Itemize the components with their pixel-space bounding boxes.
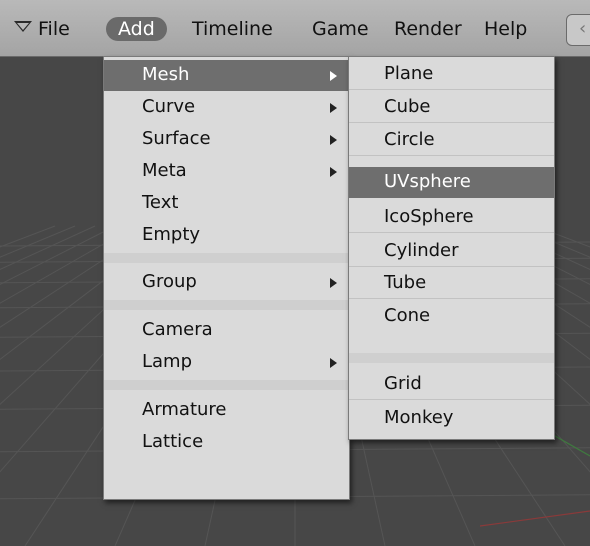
add-menu-item-mesh[interactable]: Mesh bbox=[104, 60, 349, 91]
add-menu-item-group[interactable]: Group bbox=[104, 267, 349, 298]
menu-render[interactable]: Render bbox=[394, 17, 462, 41]
add-menu-item-surface[interactable]: Surface bbox=[104, 124, 349, 155]
add-menu-item-meta[interactable]: Meta bbox=[104, 156, 349, 187]
mesh-item-cone[interactable]: Cone bbox=[349, 301, 554, 332]
menu-bar: File Add Timeline Game Render Help ‹ bbox=[0, 0, 590, 57]
menu-add[interactable]: Add bbox=[106, 17, 167, 41]
menu-item-label: UVsphere bbox=[384, 171, 471, 192]
mesh-item-cube[interactable]: Cube bbox=[349, 92, 554, 123]
add-menu-item-curve[interactable]: Curve bbox=[104, 92, 349, 123]
mesh-item-tube[interactable]: Tube bbox=[349, 268, 554, 299]
submenu-arrow-icon bbox=[330, 71, 337, 81]
submenu-arrow-icon bbox=[330, 135, 337, 145]
menu-separator bbox=[104, 253, 349, 263]
menu-item-label: Cone bbox=[384, 305, 431, 326]
menu-item-label: Lamp bbox=[142, 351, 193, 372]
add-menu-item-text[interactable]: Text bbox=[104, 188, 349, 219]
menu-item-label: Empty bbox=[142, 224, 201, 245]
menu-item-label: Grid bbox=[384, 373, 422, 394]
menu-item-label: Curve bbox=[142, 96, 196, 117]
menu-item-label: Monkey bbox=[384, 407, 454, 428]
submenu-arrow-icon bbox=[330, 167, 337, 177]
menu-item-label: Circle bbox=[384, 129, 435, 150]
menu-item-label: Cube bbox=[384, 96, 431, 117]
menu-file[interactable]: File bbox=[38, 17, 70, 41]
menu-separator bbox=[104, 300, 349, 310]
submenu-arrow-icon bbox=[330, 358, 337, 368]
add-menu-item-lamp[interactable]: Lamp bbox=[104, 347, 349, 378]
add-menu: Mesh Curve Surface Meta Text Empty Group… bbox=[103, 56, 350, 500]
menu-item-label: Text bbox=[142, 192, 179, 213]
mesh-submenu: Plane Cube Circle UVsphere IcoSphere Cyl… bbox=[348, 56, 555, 440]
menu-help[interactable]: Help bbox=[484, 17, 527, 41]
menu-separator bbox=[104, 380, 349, 390]
menu-item-label: Tube bbox=[384, 272, 427, 293]
add-menu-item-empty[interactable]: Empty bbox=[104, 220, 349, 251]
menu-item-label: Armature bbox=[142, 399, 227, 420]
submenu-arrow-icon bbox=[330, 103, 337, 113]
add-menu-item-camera[interactable]: Camera bbox=[104, 315, 349, 346]
mesh-item-monkey[interactable]: Monkey bbox=[349, 403, 554, 434]
mesh-item-cylinder[interactable]: Cylinder bbox=[349, 236, 554, 267]
button-glyph: ‹ bbox=[579, 18, 587, 39]
menu-item-label: IcoSphere bbox=[384, 206, 474, 227]
menu-item-label: Group bbox=[142, 271, 197, 292]
mesh-item-uvsphere[interactable]: UVsphere bbox=[349, 167, 554, 198]
menu-item-label: Mesh bbox=[142, 64, 190, 85]
menu-separator bbox=[349, 353, 554, 363]
menu-item-label: Plane bbox=[384, 63, 434, 84]
mesh-item-plane[interactable]: Plane bbox=[349, 59, 554, 90]
menu-item-label: Meta bbox=[142, 160, 187, 181]
mesh-item-circle[interactable]: Circle bbox=[349, 125, 554, 156]
menu-item-label: Lattice bbox=[142, 431, 204, 452]
mesh-item-icosphere[interactable]: IcoSphere bbox=[349, 202, 554, 233]
header-button-partial[interactable]: ‹ bbox=[566, 14, 590, 46]
add-menu-item-armature[interactable]: Armature bbox=[104, 395, 349, 426]
menu-game[interactable]: Game bbox=[312, 17, 369, 41]
collapse-triangle-icon[interactable] bbox=[14, 21, 32, 32]
axis-line-red bbox=[479, 510, 590, 527]
menu-item-label: Cylinder bbox=[384, 240, 459, 261]
menu-item-label: Surface bbox=[142, 128, 211, 149]
add-menu-item-lattice[interactable]: Lattice bbox=[104, 427, 349, 458]
menu-item-label: Camera bbox=[142, 319, 213, 340]
submenu-arrow-icon bbox=[330, 278, 337, 288]
mesh-item-grid[interactable]: Grid bbox=[349, 369, 554, 400]
menu-timeline[interactable]: Timeline bbox=[192, 17, 273, 41]
